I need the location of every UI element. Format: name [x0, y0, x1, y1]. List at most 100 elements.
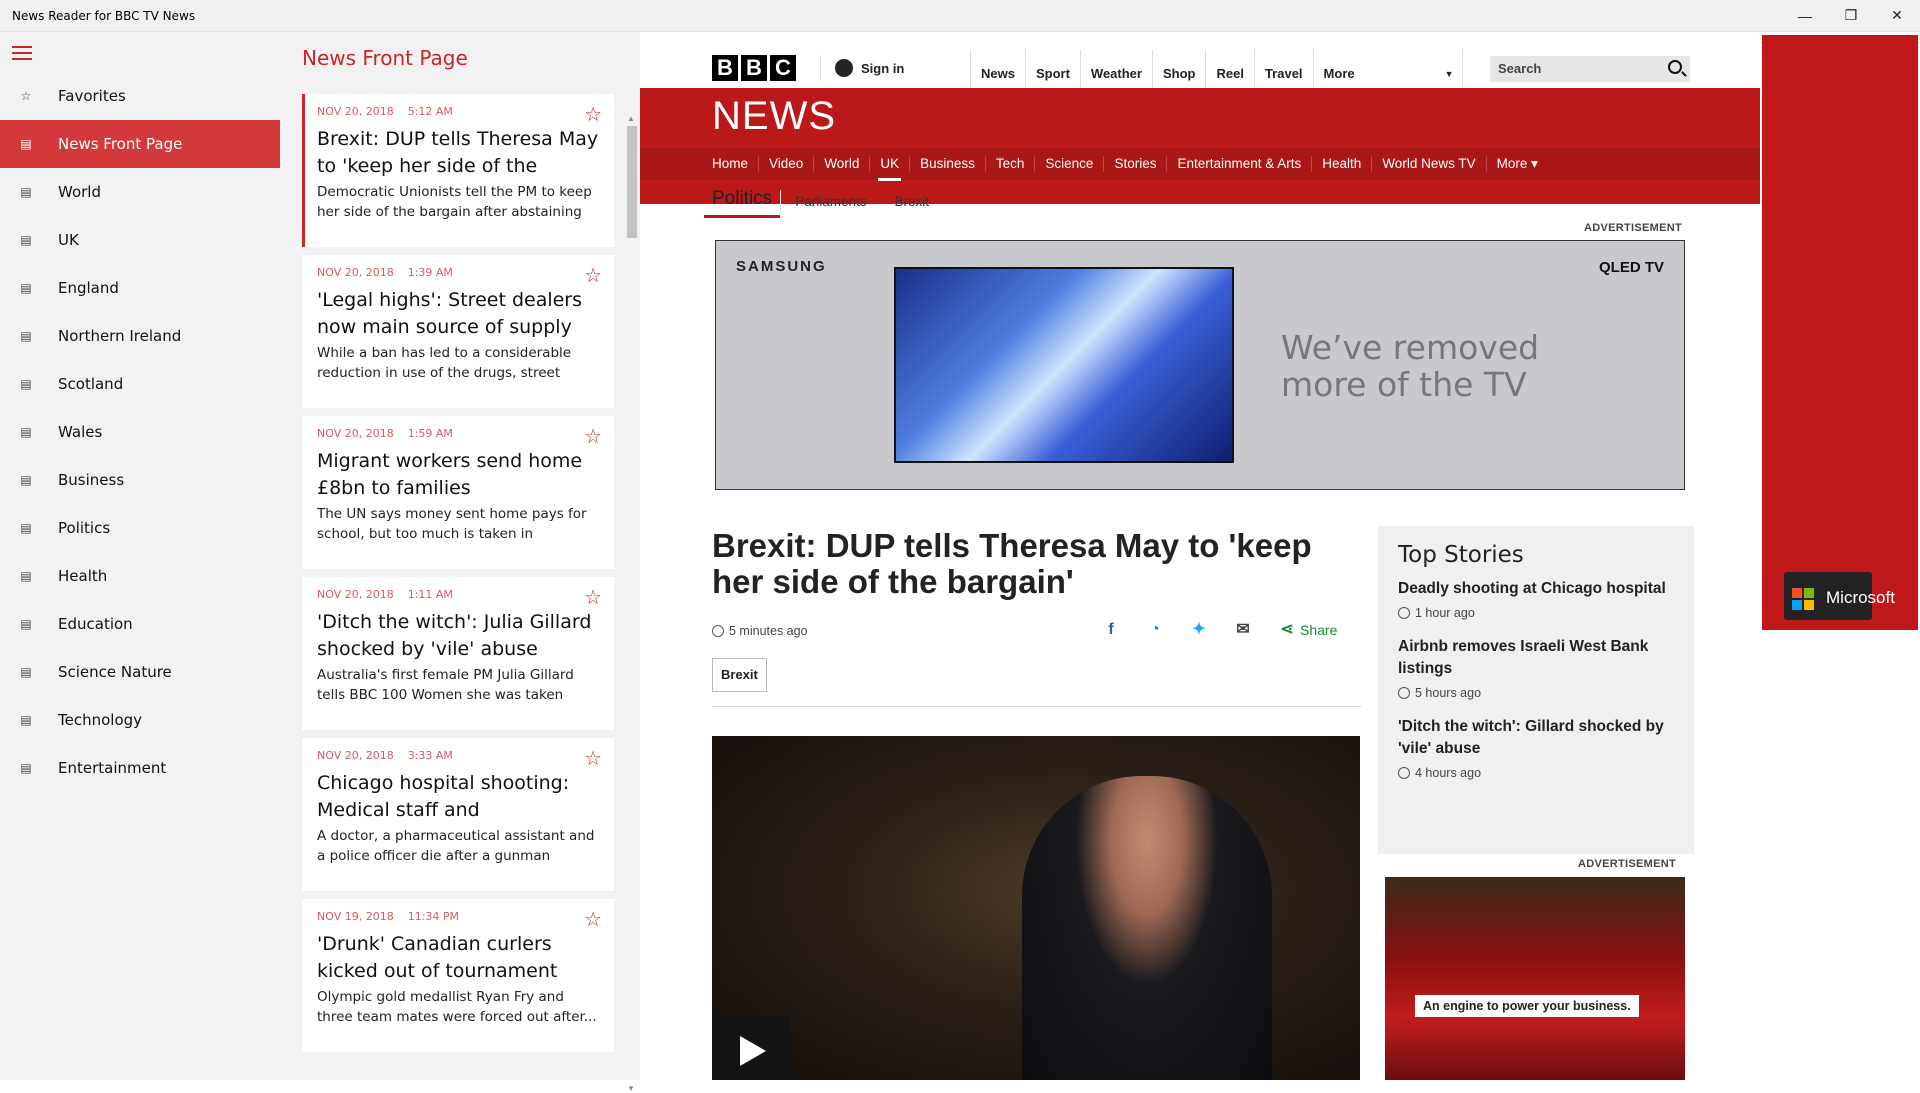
nav-item-wales[interactable]: ▤ Wales [0, 408, 280, 456]
section-tech[interactable]: Tech [986, 156, 1036, 172]
nav-item-england[interactable]: ▤ England [0, 264, 280, 312]
section-uk[interactable]: UK [870, 156, 911, 181]
section-more[interactable]: More ▾ [1487, 156, 1548, 172]
nav-item-education[interactable]: ▤ Education [0, 600, 280, 648]
article-card[interactable]: NOV 20, 2018 1:39 AM ☆ 'Legal highs': Str… [302, 255, 614, 408]
feed-icon: ▤ [20, 185, 32, 199]
email-icon[interactable]: ✉ [1232, 619, 1254, 641]
feed-icon: ▤ [20, 521, 32, 535]
article-card[interactable]: NOV 20, 2018 1:11 AM ☆ 'Ditch the witch':… [302, 577, 614, 730]
twitter-icon[interactable]: ✦ [1188, 619, 1210, 641]
section-entertainment-arts[interactable]: Entertainment & Arts [1167, 156, 1313, 172]
divider [712, 706, 1362, 707]
article-summary: Australia's first female PM Julia Gillar… [317, 667, 574, 703]
politics-tab[interactable]: Politics [704, 188, 781, 218]
article-card[interactable]: NOV 20, 2018 3:33 AM ☆ Chicago hospital s… [302, 738, 614, 891]
favorite-star-icon[interactable]: ☆ [584, 424, 602, 449]
microsoft-label: Microsoft [1826, 588, 1895, 607]
section-stories[interactable]: Stories [1104, 156, 1168, 172]
brexit-link[interactable]: Brexit [880, 190, 943, 212]
sidebar-ad[interactable]: An engine to power your business. [1385, 877, 1685, 1080]
bbc-masthead: B B C Sign in News Sport Weather Shop Re… [640, 32, 1760, 88]
facebook-icon[interactable]: f [1100, 619, 1122, 641]
topnav-more[interactable]: More ▼ [1312, 50, 1463, 88]
article-card[interactable]: NOV 20, 2018 5:12 AM ☆ Brexit: DUP tells … [302, 94, 614, 247]
article-video[interactable] [712, 736, 1360, 1080]
topnav-travel[interactable]: Travel [1253, 50, 1313, 88]
section-world[interactable]: World [814, 156, 871, 172]
top-story-item[interactable]: 'Ditch the witch': Gillard shocked by 'v… [1398, 716, 1674, 780]
nav-item-label: Education [58, 615, 133, 633]
article-card[interactable]: NOV 20, 2018 1:59 AM ☆ Migrant workers se… [302, 416, 614, 569]
topnav-reel[interactable]: Reel [1205, 50, 1253, 88]
nav-item-science-nature[interactable]: ▤ Science Nature [0, 648, 280, 696]
nav-item-entertainment[interactable]: ▤ Entertainment [0, 744, 280, 792]
nav-item-scotland[interactable]: ▤ Scotland [0, 360, 280, 408]
nav-item-label: Business [58, 471, 125, 489]
hamburger-menu-icon[interactable] [12, 46, 34, 60]
article-card[interactable]: NOV 19, 2018 11:34 PM ☆ 'Drunk' Canadian … [302, 899, 614, 1052]
news-wordmark[interactable]: NEWS [712, 94, 836, 139]
bbc-logo[interactable]: B B C [712, 55, 799, 81]
article-headline: 'Ditch the witch': Julia Gillard shocked… [317, 611, 592, 660]
side-ad-column[interactable]: Microsoft [1762, 35, 1918, 630]
topnav-shop[interactable]: Shop [1151, 50, 1206, 88]
section-home[interactable]: Home [702, 156, 760, 172]
nav-item-business[interactable]: ▤ Business [0, 456, 280, 504]
feed-icon: ▤ [20, 233, 32, 247]
topnav-weather[interactable]: Weather [1079, 50, 1152, 88]
restore-button[interactable]: ❐ [1828, 0, 1874, 32]
nav-item-favorites[interactable]: ☆ Favorites [0, 72, 280, 120]
section-health[interactable]: Health [1312, 156, 1373, 172]
favorite-star-icon[interactable]: ☆ [584, 263, 602, 288]
nav-item-uk[interactable]: ▤ UK [0, 216, 280, 264]
favorite-star-icon[interactable]: ☆ [584, 585, 602, 610]
scroll-down-icon[interactable]: ▼ [627, 1084, 635, 1093]
article-timestamp: 5 minutes ago [712, 624, 808, 638]
article-webview: B B C Sign in News Sport Weather Shop Re… [640, 32, 1760, 1080]
section-video[interactable]: Video [759, 156, 815, 172]
samsung-ad-banner[interactable]: SAMSUNG QLED TV We’ve removed more of the… [715, 240, 1685, 490]
search-icon[interactable] [1668, 60, 1682, 74]
window-title: News Reader for BBC TV News [12, 8, 196, 23]
nav-item-politics[interactable]: ▤ Politics [0, 504, 280, 552]
news-section-nav: Home Video World UK Business Tech Scienc… [640, 148, 1760, 181]
favorite-star-icon[interactable]: ☆ [584, 102, 602, 127]
section-world-news-tv[interactable]: World News TV [1372, 156, 1487, 172]
nav-item-northern-ireland[interactable]: ▤ Northern Ireland [0, 312, 280, 360]
section-business[interactable]: Business [910, 156, 986, 172]
close-button[interactable]: ✕ [1874, 0, 1920, 32]
politics-subnav: Politics Parliaments Brexit [704, 188, 943, 222]
sign-in-link[interactable]: Sign in [820, 55, 904, 81]
share-link[interactable]: Share [1300, 622, 1337, 638]
nav-item-news-front-page[interactable]: ▤ News Front Page [0, 120, 280, 168]
ad-brand: SAMSUNG [736, 258, 827, 275]
search-input[interactable]: Search [1490, 56, 1690, 82]
top-story-item[interactable]: Airbnb removes Israeli West Bank listing… [1398, 636, 1674, 700]
nav-item-technology[interactable]: ▤ Technology [0, 696, 280, 744]
microsoft-logo-icon [1792, 588, 1814, 610]
article-headline: Brexit: DUP tells Theresa May to 'keep h… [712, 527, 1312, 600]
topic-tag-brexit[interactable]: Brexit [712, 658, 767, 692]
nav-item-health[interactable]: ▤ Health [0, 552, 280, 600]
nav-item-label: Northern Ireland [58, 327, 182, 345]
article-summary: The UN says money sent home pays for sch… [317, 506, 587, 542]
favorite-star-icon[interactable]: ☆ [584, 746, 602, 771]
topnav-news[interactable]: News [970, 50, 1025, 88]
scrollbar-thumb[interactable] [627, 126, 637, 238]
feed-icon: ▤ [20, 425, 32, 439]
top-story-item[interactable]: Deadly shooting at Chicago hospital 1 ho… [1398, 578, 1674, 620]
feed-icon: ▤ [20, 473, 32, 487]
nav-item-world[interactable]: ▤ World [0, 168, 280, 216]
minimize-button[interactable]: — [1782, 0, 1828, 32]
section-science[interactable]: Science [1035, 156, 1105, 172]
list-scrollbar[interactable]: ▲ ▼ [625, 88, 637, 1093]
scroll-up-icon[interactable]: ▲ [627, 114, 635, 123]
feed-icon: ▤ [20, 137, 32, 151]
share-icon[interactable]: ⋖ [1276, 619, 1298, 641]
topnav-sport[interactable]: Sport [1024, 50, 1080, 88]
favorite-star-icon[interactable]: ☆ [584, 907, 602, 932]
parliaments-link[interactable]: Parliaments [780, 190, 880, 212]
play-icon[interactable] [712, 1016, 790, 1080]
messenger-icon[interactable]: ◔ [1144, 619, 1166, 641]
